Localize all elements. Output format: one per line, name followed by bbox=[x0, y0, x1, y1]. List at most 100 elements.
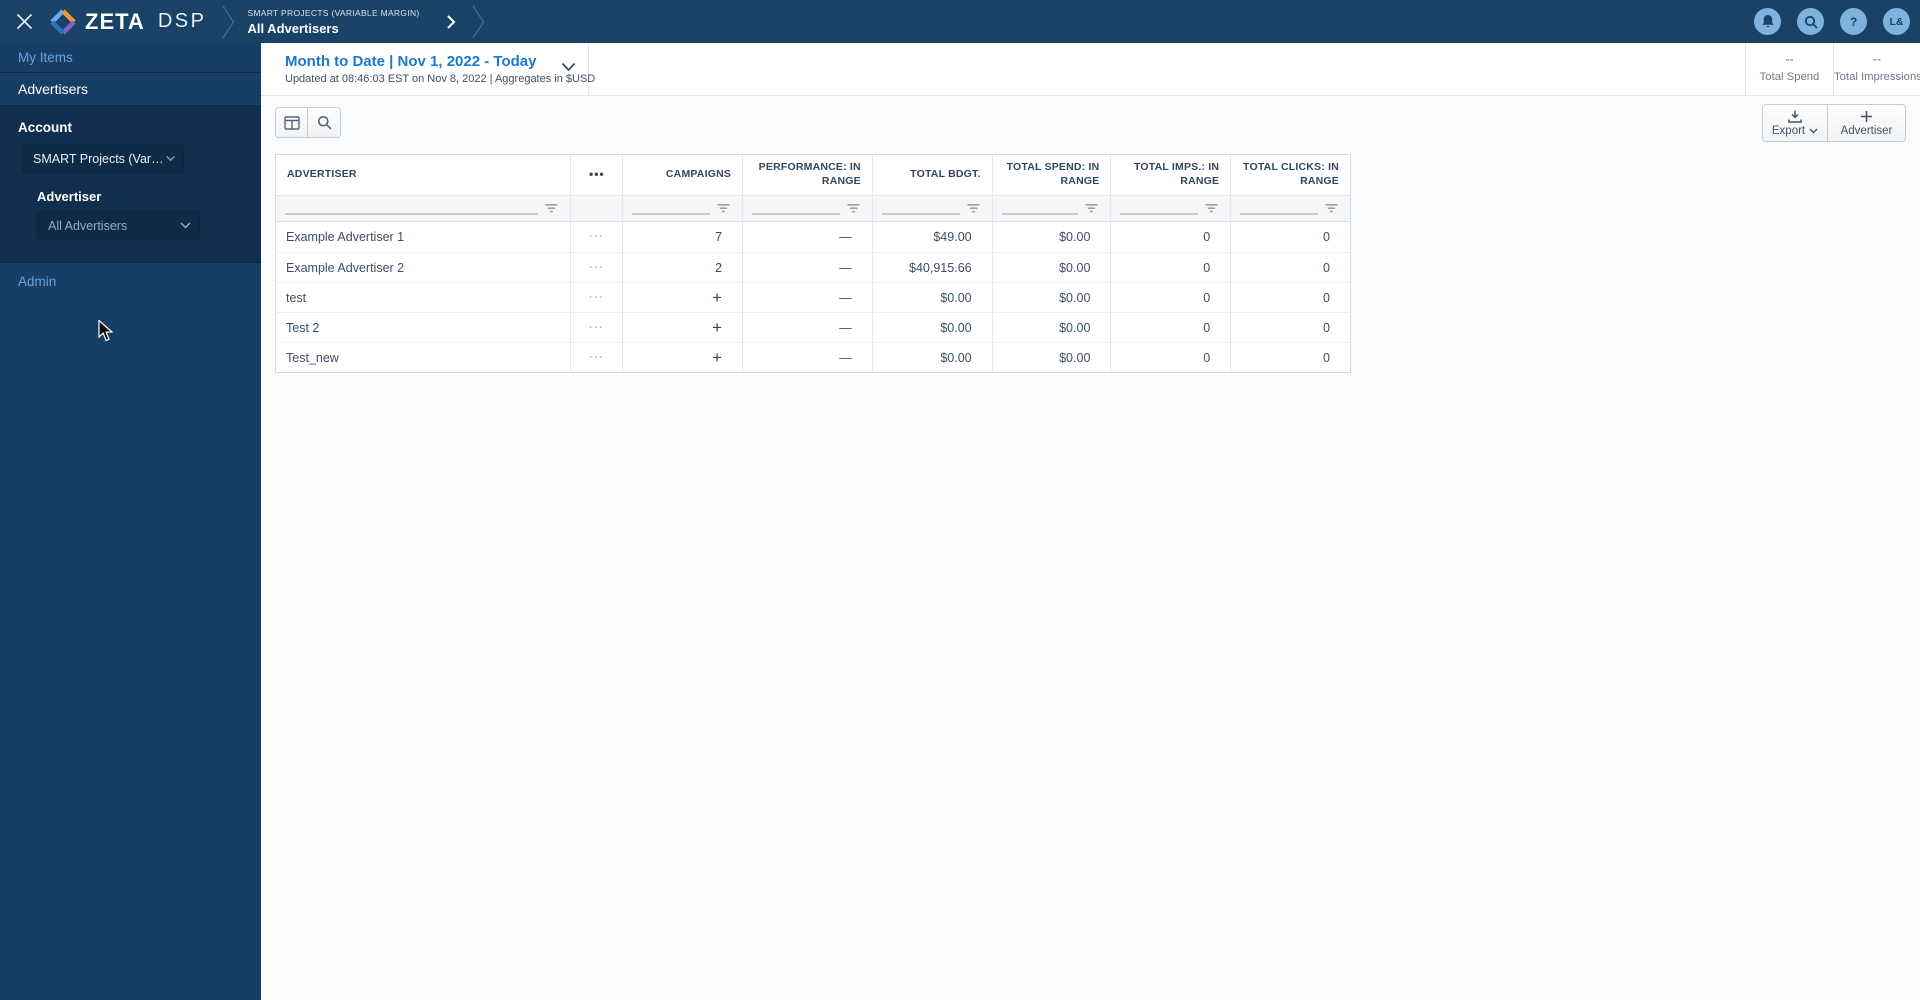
avatar[interactable]: L& bbox=[1883, 8, 1910, 35]
filter-icon[interactable] bbox=[717, 204, 730, 213]
advertiser-select[interactable]: All Advertisers bbox=[37, 211, 200, 240]
row-cell: — bbox=[742, 222, 872, 252]
filter-icon[interactable] bbox=[967, 204, 980, 213]
filter-cell bbox=[991, 196, 1111, 221]
filter-cell bbox=[570, 196, 622, 221]
advertisers-table: ADVERTISER ••• CAMPAIGNS PERFORMANCE: IN… bbox=[275, 154, 1351, 373]
column-header-total-imps[interactable]: TOTAL IMPS.: IN RANGE bbox=[1110, 155, 1230, 195]
add-campaign-button[interactable]: + bbox=[622, 313, 742, 342]
row-actions-menu[interactable]: ··· bbox=[570, 222, 622, 252]
export-button[interactable]: Export bbox=[1762, 104, 1828, 142]
row-cell: $0.00 bbox=[991, 283, 1111, 312]
account-label: Account bbox=[18, 120, 72, 135]
sidebar-item-admin[interactable]: Admin bbox=[0, 263, 261, 299]
date-range-section[interactable]: Month to Date | Nov 1, 2022 - Today Upda… bbox=[261, 43, 595, 95]
row-cell: $0.00 bbox=[991, 313, 1111, 342]
advertiser-name[interactable]: Example Advertiser 1 bbox=[276, 222, 570, 252]
chevron-down-icon bbox=[166, 155, 175, 162]
total-spend-stat: -- Total Spend bbox=[1745, 43, 1833, 95]
table-toolbar: Export Advertiser bbox=[261, 96, 1920, 154]
content-area: Export Advertiser ADVERTISER ••• CAMPAIG… bbox=[261, 96, 1920, 1000]
filter-input[interactable] bbox=[1240, 213, 1319, 215]
help-glyph: ? bbox=[1849, 14, 1858, 29]
date-range-chevron-down-icon[interactable] bbox=[561, 62, 576, 72]
row-cell: $0.00 bbox=[871, 313, 992, 342]
export-label: Export bbox=[1771, 124, 1806, 137]
filter-input[interactable] bbox=[285, 213, 539, 215]
advertiser-name[interactable]: Example Advertiser 2 bbox=[276, 253, 570, 282]
column-header-total-clicks[interactable]: TOTAL CLICKS: IN RANGE bbox=[1230, 155, 1350, 195]
add-campaign-button[interactable]: + bbox=[622, 283, 742, 312]
add-advertiser-label: Advertiser bbox=[1840, 124, 1893, 137]
column-settings-button[interactable] bbox=[275, 107, 308, 138]
campaigns-count: 2 bbox=[622, 253, 742, 282]
date-range-title[interactable]: Month to Date | Nov 1, 2022 - Today bbox=[285, 53, 595, 70]
account-panel: Account SMART Projects (Variable M Adver… bbox=[0, 106, 261, 263]
add-campaign-button[interactable]: + bbox=[622, 343, 742, 372]
filter-input[interactable] bbox=[1001, 213, 1079, 215]
zeta-diamond-icon bbox=[50, 8, 76, 35]
logo-text-primary: ZETA bbox=[85, 8, 145, 34]
filter-icon[interactable] bbox=[847, 204, 860, 213]
close-icon[interactable] bbox=[0, 0, 48, 43]
filter-cell bbox=[1110, 196, 1230, 221]
total-spend-value: -- bbox=[1785, 52, 1794, 66]
column-header-actions[interactable]: ••• bbox=[570, 155, 622, 195]
campaigns-count: 7 bbox=[622, 222, 742, 252]
add-advertiser-button[interactable]: Advertiser bbox=[1828, 104, 1906, 142]
notifications-bell-icon[interactable] bbox=[1754, 8, 1781, 35]
filter-icon[interactable] bbox=[1325, 204, 1338, 213]
table-row[interactable]: Example Advertiser 1 ··· 7 — $49.00 $0.0… bbox=[276, 222, 1350, 252]
row-actions-menu[interactable]: ··· bbox=[570, 343, 622, 372]
row-cell: 0 bbox=[1110, 222, 1230, 252]
filter-icon[interactable] bbox=[545, 204, 558, 213]
filter-input[interactable] bbox=[1120, 213, 1199, 215]
row-cell: 0 bbox=[1230, 283, 1350, 312]
column-header-total-budget[interactable]: TOTAL BDGT. bbox=[871, 155, 992, 195]
breadcrumb-page-label: All Advertisers bbox=[247, 20, 339, 36]
breadcrumb-account-label: SMART PROJECTS (VARIABLE MARGIN) bbox=[247, 7, 420, 18]
table-row[interactable]: test ··· + — $0.00 $0.00 0 0 bbox=[276, 282, 1350, 312]
search-icon bbox=[317, 116, 332, 130]
filter-icon[interactable] bbox=[1205, 204, 1218, 213]
sidebar-item-advertisers[interactable]: Advertisers bbox=[0, 73, 261, 106]
row-actions-menu[interactable]: ··· bbox=[570, 283, 622, 312]
sidebar-item-label: Advertisers bbox=[18, 81, 89, 97]
row-cell: $0.00 bbox=[871, 343, 992, 372]
row-cell: — bbox=[742, 313, 872, 342]
filter-cell bbox=[871, 196, 992, 221]
breadcrumb-separator-icon bbox=[471, 5, 485, 39]
total-impressions-stat: -- Total Impressions bbox=[1833, 43, 1920, 95]
table-row[interactable]: Test 2 ··· + — $0.00 $0.00 0 0 bbox=[276, 312, 1350, 342]
account-select-value: SMART Projects (Variable M bbox=[33, 151, 166, 166]
search-icon[interactable] bbox=[1797, 8, 1824, 35]
row-cell: $0.00 bbox=[871, 283, 992, 312]
column-header-performance[interactable]: PERFORMANCE: IN RANGE bbox=[742, 155, 872, 195]
columns-icon bbox=[283, 115, 300, 130]
sidebar-item-my-items[interactable]: My Items bbox=[0, 43, 261, 73]
account-select[interactable]: SMART Projects (Variable M bbox=[22, 144, 184, 173]
column-header-advertiser[interactable]: ADVERTISER bbox=[276, 155, 570, 195]
filter-input[interactable] bbox=[881, 213, 960, 215]
table-search-button[interactable] bbox=[308, 107, 341, 138]
filter-icon[interactable] bbox=[1085, 204, 1098, 213]
row-cell: $40,915.66 bbox=[871, 253, 992, 282]
filter-input[interactable] bbox=[752, 213, 840, 215]
column-header-campaigns[interactable]: CAMPAIGNS bbox=[622, 155, 742, 195]
breadcrumb-expand-chevron-icon[interactable] bbox=[446, 14, 456, 30]
row-actions-menu[interactable]: ··· bbox=[570, 313, 622, 342]
row-cell: $0.00 bbox=[991, 253, 1111, 282]
advertiser-name[interactable]: Test_new bbox=[276, 343, 570, 372]
column-header-total-spend[interactable]: TOTAL SPEND: IN RANGE bbox=[991, 155, 1111, 195]
top-bar: ZETA DSP SMART PROJECTS (VARIABLE MARGIN… bbox=[0, 0, 1920, 43]
advertiser-name[interactable]: Test 2 bbox=[276, 313, 570, 342]
table-row[interactable]: Example Advertiser 2 ··· 2 — $40,915.66 … bbox=[276, 252, 1350, 282]
table-row[interactable]: Test_new ··· + — $0.00 $0.00 0 0 bbox=[276, 342, 1350, 372]
date-range-subtitle: Updated at 08:46:03 EST on Nov 8, 2022 |… bbox=[285, 73, 596, 85]
filter-input[interactable] bbox=[632, 213, 711, 215]
row-actions-menu[interactable]: ··· bbox=[570, 253, 622, 282]
row-cell: 0 bbox=[1230, 253, 1350, 282]
advertiser-name[interactable]: test bbox=[276, 283, 570, 312]
plus-icon bbox=[1861, 110, 1872, 122]
help-icon[interactable]: ? bbox=[1840, 8, 1867, 35]
